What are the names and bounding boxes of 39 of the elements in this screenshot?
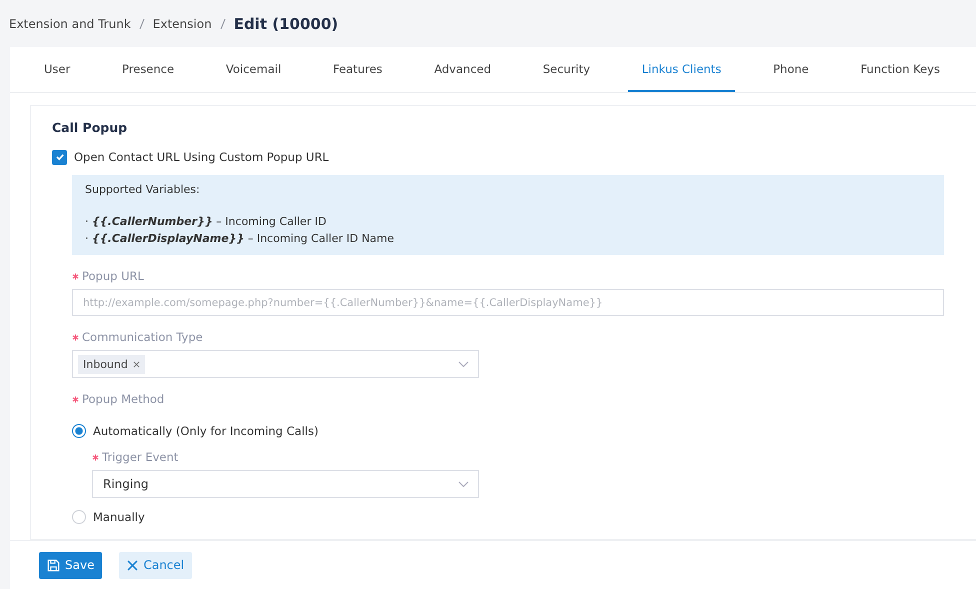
- field-label: Communication Type: [82, 330, 203, 344]
- close-icon: [127, 560, 138, 570]
- field-label: Popup URL: [82, 269, 144, 283]
- chevron-down-icon: [458, 360, 469, 368]
- section-title: Call Popup: [52, 120, 128, 137]
- radio-label: Manually: [93, 510, 145, 524]
- floppy-disk-icon: [47, 558, 60, 572]
- tab[interactable]: User: [30, 47, 84, 92]
- breadcrumb-link[interactable]: Extension: [152, 16, 212, 30]
- chevron-down-icon: [458, 480, 469, 488]
- tab[interactable]: Linkus Clients: [628, 47, 736, 92]
- slash-separator-icon: [138, 18, 145, 30]
- communication-type-select[interactable]: Inbound: [72, 350, 479, 378]
- close-icon[interactable]: [132, 360, 140, 368]
- tab[interactable]: Security: [528, 47, 604, 92]
- field-label: Popup Method: [82, 392, 164, 406]
- field-label: Trigger Event: [102, 450, 178, 464]
- tab[interactable]: Advanced: [420, 47, 506, 92]
- save-button[interactable]: Save: [39, 552, 102, 578]
- checkmark-icon: [54, 152, 64, 162]
- tab[interactable]: Voicemail: [212, 47, 296, 92]
- tab[interactable]: Presence: [108, 47, 188, 92]
- variable-description: · {{.CallerDisplayName}} – Incoming Caller ID Name: [85, 231, 396, 247]
- page-title: Edit (10000): [234, 14, 338, 32]
- slash-separator-icon: [220, 18, 226, 30]
- checkbox-label: Open Contact URL Using Custom Popup URL: [74, 150, 329, 164]
- info-title: Supported Variables:: [85, 183, 201, 196]
- trigger-event-select[interactable]: Ringing: [92, 470, 479, 498]
- tab[interactable]: Function Keys: [846, 47, 954, 92]
- radio-button[interactable]: [72, 424, 86, 438]
- checkbox[interactable]: [52, 150, 67, 164]
- radio-label: Automatically (Only for Incoming Calls): [93, 424, 318, 438]
- breadcrumb-link[interactable]: Extension and Trunk: [9, 16, 131, 30]
- cancel-button[interactable]: Cancel: [119, 552, 192, 578]
- variable-description: · {{.CallerNumber}} – Incoming Caller ID: [85, 214, 328, 230]
- tab[interactable]: Phone: [759, 47, 823, 92]
- popup-url-field[interactable]: http://example.com/somepage.php?number={{.CallerNumber}}&name={{.CallerDisplayName}}: [72, 289, 944, 316]
- tab[interactable]: Features: [318, 47, 396, 92]
- tag-label: Inbound: [83, 358, 128, 370]
